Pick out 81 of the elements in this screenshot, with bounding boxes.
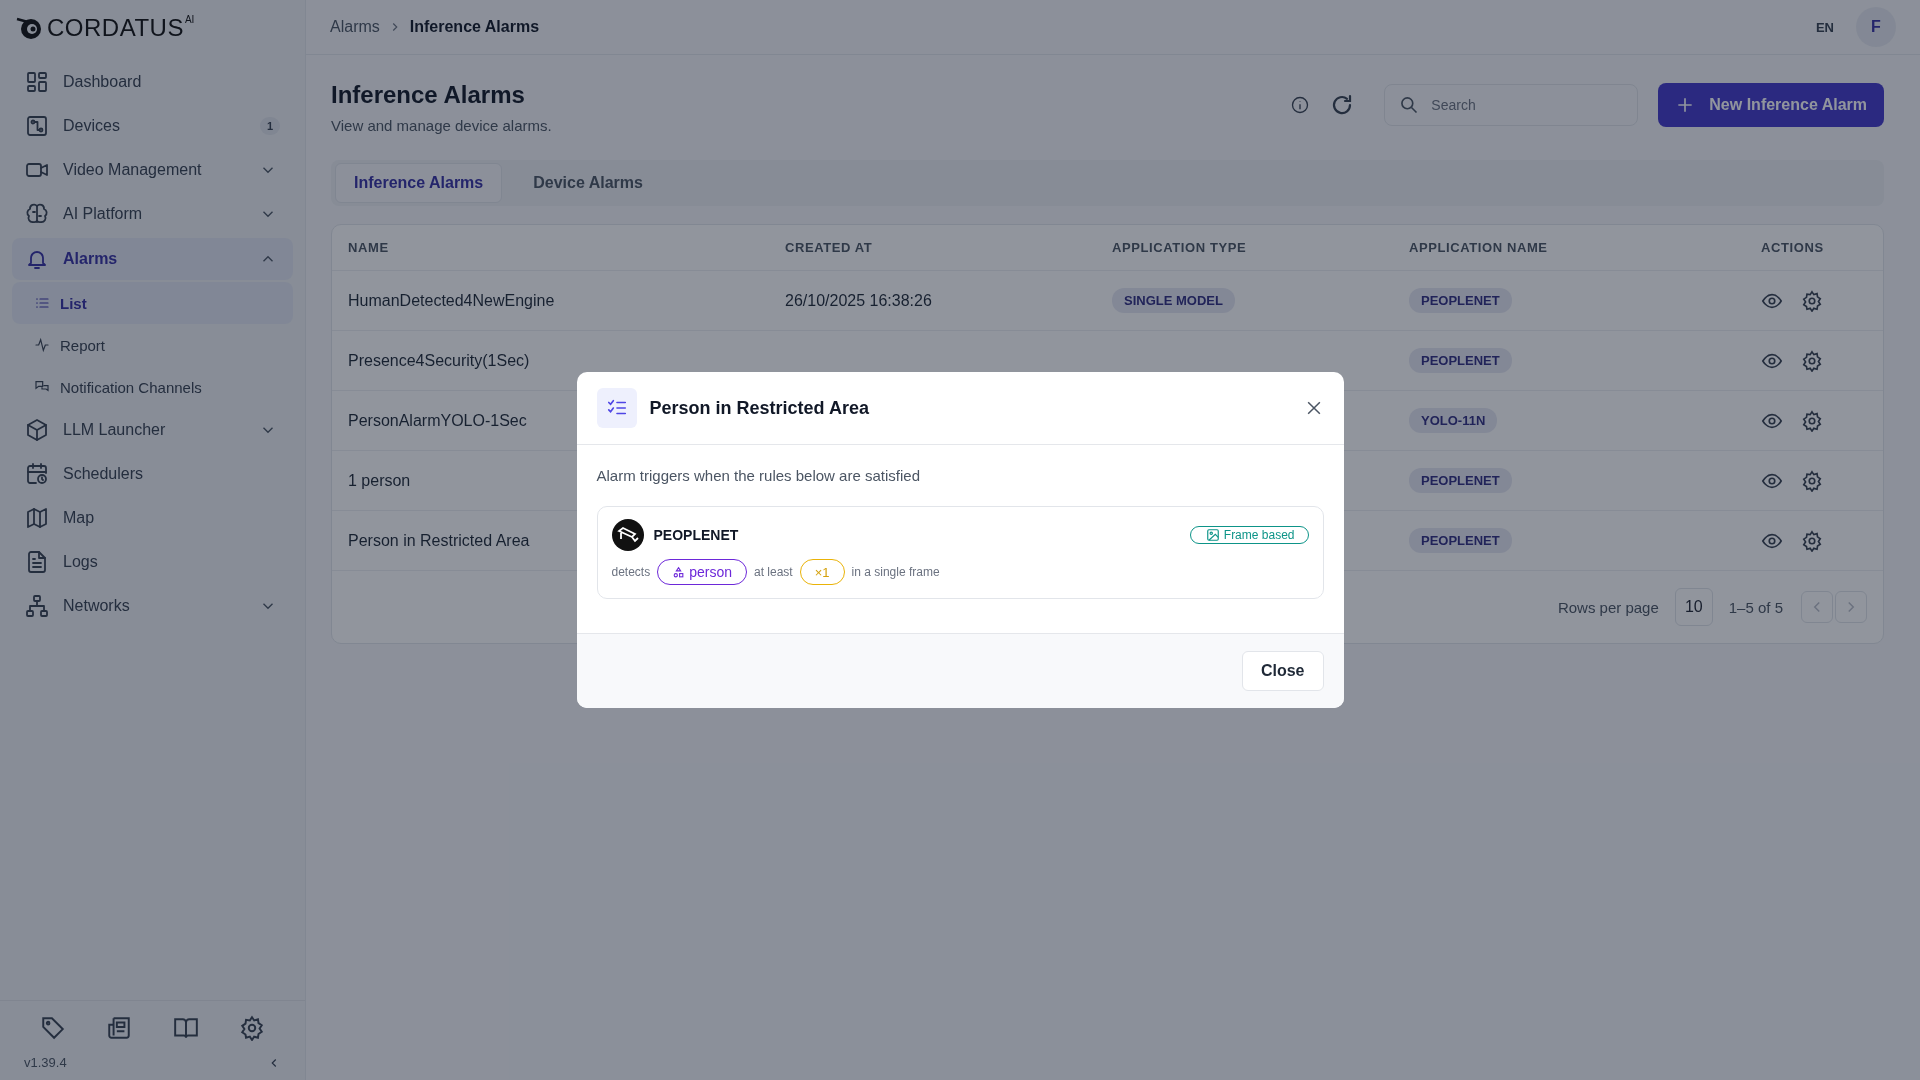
search-field[interactable]: Search — [1384, 84, 1639, 126]
info-icon[interactable] — [1290, 95, 1311, 115]
column-header: APPLICATION NAME — [1409, 240, 1549, 255]
nav-subitem[interactable]: Report — [12, 324, 293, 366]
table-cell: Person in Restricted Area — [348, 531, 530, 549]
newspaper-icon[interactable] — [106, 1015, 133, 1041]
nav-item[interactable]: Devices 1 — [12, 104, 293, 148]
app-name-tag: PEOPLENET — [1409, 468, 1512, 493]
file-icon — [25, 550, 49, 574]
settings-icon[interactable] — [1801, 469, 1823, 492]
network-icon — [25, 594, 49, 618]
dialog-title: Person in Restricted Area — [649, 397, 870, 419]
rule-text: in a single frame — [851, 565, 940, 579]
breadcrumb-item[interactable]: Alarms — [330, 18, 380, 36]
brain-icon — [25, 202, 49, 226]
count-badge: 1 — [259, 117, 280, 135]
logo-text: CORDATUS — [47, 14, 184, 42]
dialog-description: Alarm triggers when the rules below are satisfied — [596, 467, 921, 484]
box-icon — [25, 418, 49, 442]
version-label: v1.39.4 — [24, 1055, 67, 1070]
table-cell: Presence4Security(1Sec) — [348, 351, 530, 369]
nav-subitem[interactable]: List — [12, 282, 293, 324]
image-icon — [1205, 528, 1220, 542]
rows-per-page-label: Rows per page — [1557, 598, 1659, 616]
tag-icon[interactable] — [40, 1015, 67, 1041]
app-name-tag: PEOPLENET — [1409, 528, 1512, 553]
column-header: NAME — [348, 240, 390, 255]
nav-item[interactable]: Video Management — [12, 148, 293, 192]
nav-item[interactable]: AI Platform — [12, 192, 293, 236]
type-tag: SINGLE MODEL — [1112, 288, 1235, 313]
dashboard-icon — [25, 70, 49, 94]
rows-per-page-select[interactable]: 10 — [1674, 588, 1713, 626]
rule-text: at least — [754, 565, 793, 579]
settings-icon[interactable] — [1801, 529, 1823, 552]
settings-icon[interactable] — [238, 1015, 265, 1041]
list-icon — [34, 295, 50, 311]
logo-suffix: AI — [184, 14, 195, 25]
settings-icon[interactable] — [1801, 289, 1823, 312]
table-cell: PersonAlarmYOLO-1Sec — [348, 411, 527, 429]
nav-item[interactable]: Alarms — [12, 238, 293, 280]
search-icon — [1399, 95, 1420, 115]
column-header: CREATED AT — [785, 240, 874, 255]
nav-item[interactable]: LLM Launcher — [12, 408, 293, 452]
table-cell: 1 person — [348, 471, 411, 489]
book-icon[interactable] — [172, 1015, 199, 1041]
settings-icon[interactable] — [1801, 409, 1823, 432]
search-input[interactable]: Search — [1431, 85, 1624, 125]
table-cell: HumanDetected4NewEngine — [348, 291, 555, 309]
table-cell: 26/10/2025 16:38:26 — [785, 291, 932, 309]
tab[interactable]: Inference Alarms — [335, 163, 503, 203]
model-name: PEOPLENET — [653, 527, 740, 543]
app-name-tag: PEOPLENET — [1409, 348, 1512, 373]
checklist-icon — [596, 388, 637, 428]
eye-logo-icon — [16, 16, 44, 40]
camera-avatar-icon — [611, 519, 644, 551]
app-name-tag: PEOPLENET — [1409, 288, 1512, 313]
close-button[interactable]: Close — [1241, 651, 1324, 691]
nav-subitem[interactable]: Notification Channels — [12, 366, 293, 408]
nav-item[interactable]: Logs — [12, 540, 293, 584]
column-header: APPLICATION TYPE — [1112, 240, 1248, 255]
shapes-icon — [672, 565, 686, 579]
page-title: Inference Alarms — [331, 80, 526, 109]
user-avatar[interactable]: F — [1856, 7, 1896, 47]
new-alarm-button[interactable]: New Inference Alarm — [1658, 83, 1884, 127]
app-name-tag: YOLO-11N — [1409, 408, 1498, 433]
column-header: ACTIONS — [1761, 240, 1825, 255]
rule-text: detects — [611, 565, 651, 579]
nav-item[interactable]: Schedulers — [12, 452, 293, 496]
tab[interactable]: Device Alarms — [514, 163, 662, 203]
page-range: 1–5 of 5 — [1728, 598, 1783, 616]
language-button[interactable]: EN — [1815, 19, 1834, 35]
nav-item[interactable]: Dashboard — [12, 60, 293, 104]
settings-icon[interactable] — [1801, 349, 1823, 372]
nav-item[interactable]: Networks — [12, 584, 293, 628]
map-icon — [25, 506, 49, 530]
page-subtitle: View and manage device alarms. — [331, 117, 552, 134]
nav-item[interactable]: Map — [12, 496, 293, 540]
breadcrumb-item: Inference Alarms — [409, 18, 540, 36]
pulse-icon — [34, 337, 50, 353]
calendar-icon — [25, 462, 49, 486]
devices-icon — [25, 114, 49, 138]
